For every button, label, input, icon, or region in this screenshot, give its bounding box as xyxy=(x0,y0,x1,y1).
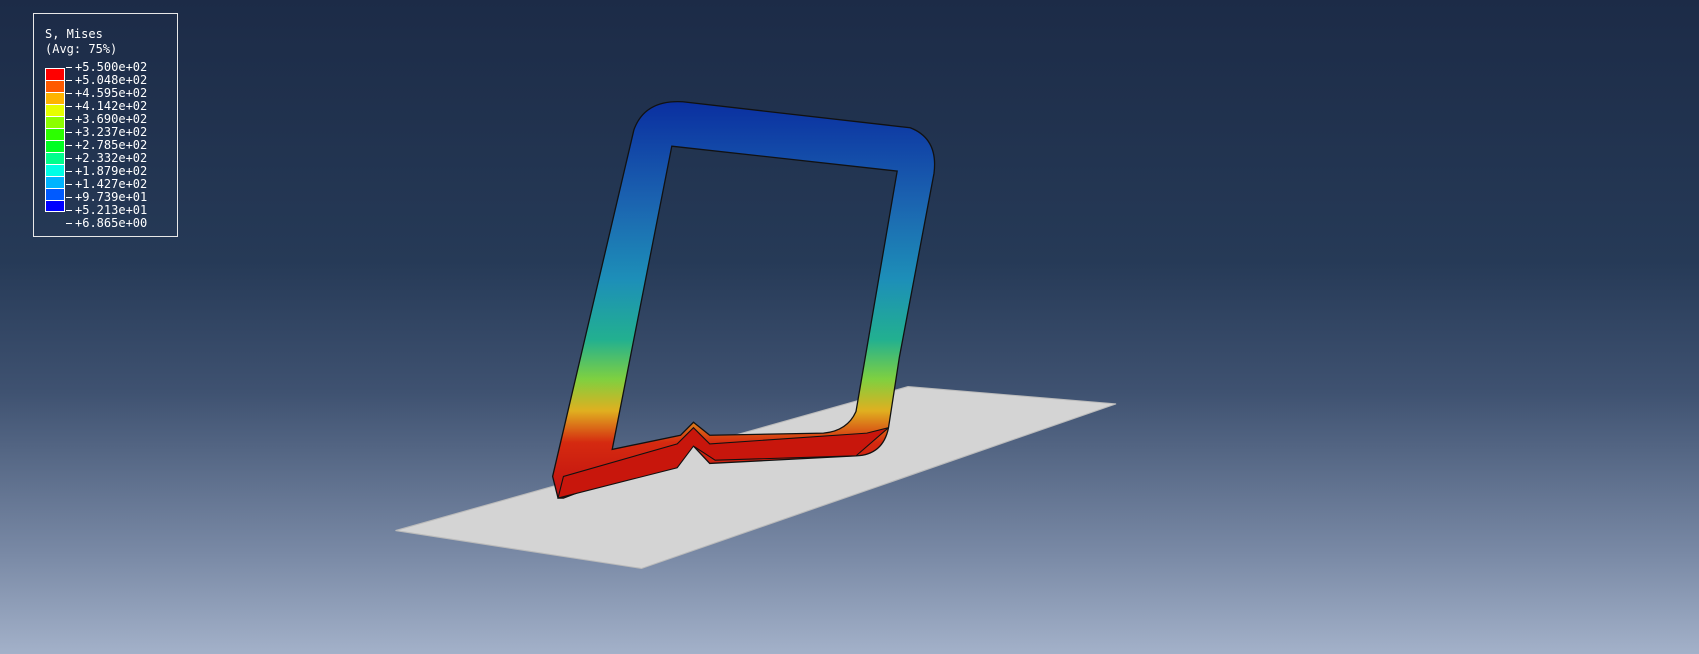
legend-value: +6.865e+00 xyxy=(66,217,147,230)
contour-legend: S, Mises (Avg: 75%) +5.500e+02 +5.048e+02… xyxy=(33,13,178,237)
model-viewport[interactable] xyxy=(0,0,1699,654)
legend-swatch xyxy=(45,152,65,164)
legend-color-bar xyxy=(45,68,65,212)
legend-swatch xyxy=(45,200,65,212)
legend-swatch xyxy=(45,176,65,188)
legend-swatch xyxy=(45,164,65,176)
legend-swatch xyxy=(45,92,65,104)
legend-swatch xyxy=(45,128,65,140)
legend-values: +5.500e+02 +5.048e+02 +4.595e+02 +4.142e+02… xyxy=(66,61,147,230)
legend-swatch xyxy=(45,140,65,152)
deformed-frame xyxy=(551,101,936,499)
legend-swatch xyxy=(45,188,65,200)
legend-swatch xyxy=(45,104,65,116)
legend-swatch xyxy=(45,68,65,80)
legend-swatch xyxy=(45,116,65,128)
legend-subtitle: (Avg: 75%) xyxy=(45,42,118,56)
legend-title: S, Mises xyxy=(45,27,103,41)
legend-swatch xyxy=(45,80,65,92)
ground-plate xyxy=(395,386,1117,570)
